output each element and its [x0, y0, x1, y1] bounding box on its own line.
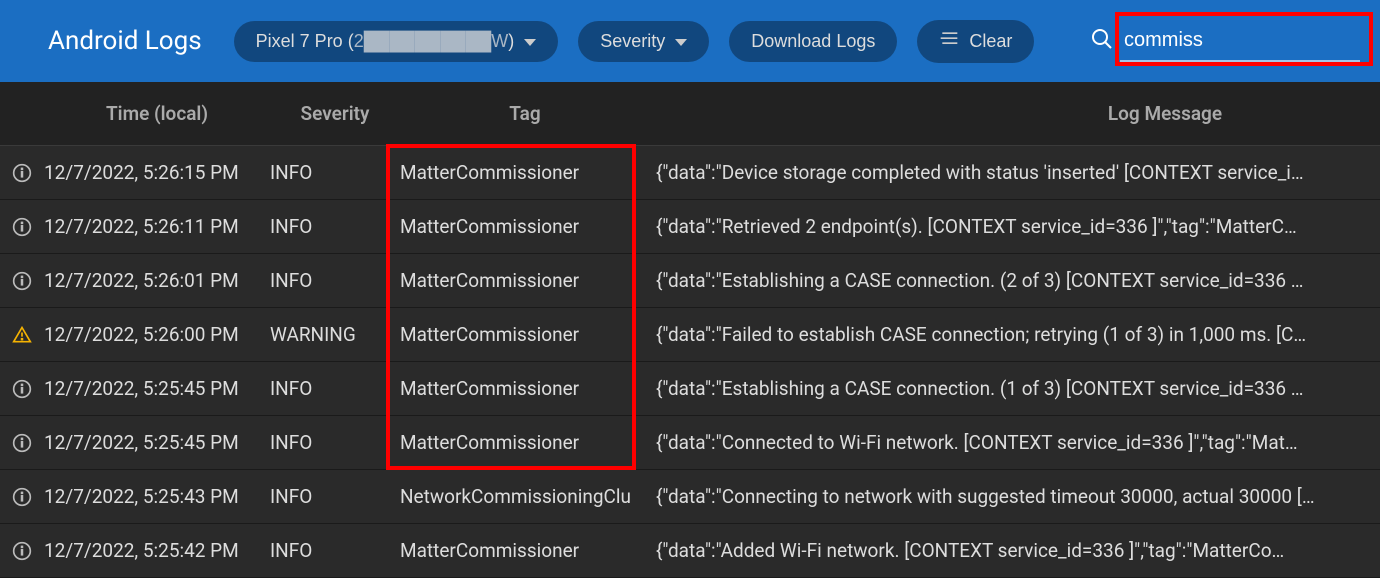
chevron-down-icon [675, 39, 687, 46]
cell-time: 12/7/2022, 5:25:43 PM [44, 485, 270, 508]
log-row[interactable]: 12/7/2022, 5:26:01 PMINFOMatterCommissio… [0, 254, 1380, 308]
cell-time: 12/7/2022, 5:26:11 PM [44, 215, 270, 238]
cell-tag: MatterCommissioner [400, 215, 650, 238]
cell-time: 12/7/2022, 5:25:45 PM [44, 431, 270, 454]
column-message: Log Message [950, 102, 1380, 125]
cell-severity: INFO [270, 431, 400, 454]
table-header: Time (local) Severity Tag Log Message [0, 82, 1380, 146]
cell-message: {"data":"Device storage completed with s… [650, 161, 1364, 184]
device-label: Pixel 7 Pro (2██████████W) [256, 31, 515, 52]
info-icon [0, 271, 44, 291]
cell-tag: MatterCommissioner [400, 269, 650, 292]
cell-message: {"data":"Establishing a CASE connection.… [650, 269, 1364, 292]
cell-time: 12/7/2022, 5:25:45 PM [44, 377, 270, 400]
cell-message: {"data":"Connected to Wi-Fi network. [CO… [650, 431, 1364, 454]
cell-tag: MatterCommissioner [400, 539, 650, 562]
cell-message: {"data":"Connecting to network with sugg… [650, 485, 1364, 508]
search-icon [1090, 27, 1114, 55]
severity-filter[interactable]: Severity [578, 21, 709, 62]
severity-label: Severity [600, 31, 665, 52]
chevron-down-icon [524, 39, 536, 46]
log-row[interactable]: 12/7/2022, 5:26:00 PMWARNINGMatterCommis… [0, 308, 1380, 362]
cell-message: {"data":"Failed to establish CASE connec… [650, 323, 1364, 346]
cell-severity: INFO [270, 485, 400, 508]
cell-message: {"data":"Establishing a CASE connection.… [650, 377, 1364, 400]
cell-tag: MatterCommissioner [400, 377, 650, 400]
header-bar: Android Logs Pixel 7 Pro (2██████████W) … [0, 0, 1380, 82]
clear-label: Clear [969, 31, 1012, 52]
log-row[interactable]: 12/7/2022, 5:25:43 PMINFONetworkCommissi… [0, 470, 1380, 524]
cell-time: 12/7/2022, 5:25:42 PM [44, 539, 270, 562]
column-time: Time (local) [44, 102, 270, 125]
info-icon [0, 541, 44, 561]
info-icon [0, 433, 44, 453]
log-row[interactable]: 12/7/2022, 5:26:11 PMINFOMatterCommissio… [0, 200, 1380, 254]
cell-tag: NetworkCommissioningClu [400, 485, 650, 508]
cell-tag: MatterCommissioner [400, 431, 650, 454]
device-selector[interactable]: Pixel 7 Pro (2██████████W) [234, 21, 559, 62]
warning-icon [0, 325, 44, 345]
log-row[interactable]: 12/7/2022, 5:25:45 PMINFOMatterCommissio… [0, 362, 1380, 416]
log-row[interactable]: 12/7/2022, 5:25:42 PMINFOMatterCommissio… [0, 524, 1380, 578]
info-icon [0, 487, 44, 507]
info-icon [0, 217, 44, 237]
cell-severity: WARNING [270, 323, 400, 346]
cell-time: 12/7/2022, 5:26:00 PM [44, 323, 270, 346]
cell-message: {"data":"Added Wi-Fi network. [CONTEXT s… [650, 539, 1364, 562]
logs-container: 12/7/2022, 5:26:15 PMINFOMatterCommissio… [0, 146, 1380, 578]
info-icon [0, 379, 44, 399]
search-input[interactable] [1120, 21, 1360, 62]
clear-icon [939, 30, 959, 53]
cell-message: {"data":"Retrieved 2 endpoint(s). [CONTE… [650, 215, 1364, 238]
cell-severity: INFO [270, 377, 400, 400]
column-tag: Tag [400, 102, 650, 125]
cell-tag: MatterCommissioner [400, 161, 650, 184]
search-container [1090, 21, 1360, 62]
page-title: Android Logs [48, 26, 202, 56]
download-label: Download Logs [751, 31, 875, 52]
cell-time: 12/7/2022, 5:26:01 PM [44, 269, 270, 292]
cell-severity: INFO [270, 269, 400, 292]
log-row[interactable]: 12/7/2022, 5:26:15 PMINFOMatterCommissio… [0, 146, 1380, 200]
column-severity: Severity [270, 102, 400, 125]
cell-tag: MatterCommissioner [400, 323, 650, 346]
download-logs-button[interactable]: Download Logs [729, 21, 897, 62]
cell-severity: INFO [270, 215, 400, 238]
cell-severity: INFO [270, 539, 400, 562]
info-icon [0, 163, 44, 183]
cell-time: 12/7/2022, 5:26:15 PM [44, 161, 270, 184]
log-row[interactable]: 12/7/2022, 5:25:45 PMINFOMatterCommissio… [0, 416, 1380, 470]
cell-severity: INFO [270, 161, 400, 184]
clear-button[interactable]: Clear [917, 20, 1034, 63]
